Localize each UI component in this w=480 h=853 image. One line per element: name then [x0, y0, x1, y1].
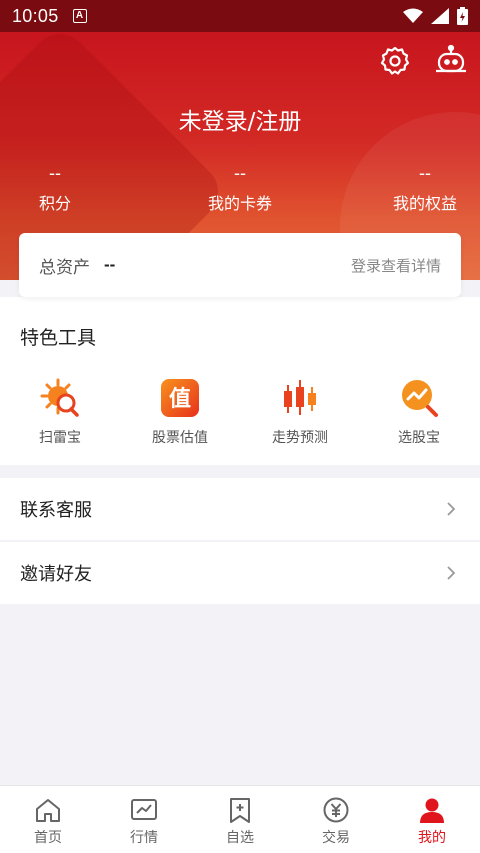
settings-icon[interactable]: [378, 44, 412, 78]
tab-label: 交易: [322, 830, 350, 846]
valuation-icon: 值: [159, 377, 201, 419]
stat-points-value: --: [49, 163, 61, 183]
login-register-link[interactable]: 未登录/注册: [0, 102, 480, 136]
tab-home[interactable]: 首页: [0, 786, 96, 853]
watchlist-icon: [230, 798, 250, 823]
trade-icon: [323, 797, 349, 823]
total-assets-label: 总资产: [39, 257, 90, 278]
stat-coupons-label: 我的卡券: [207, 194, 272, 213]
menu-item-invite-friends[interactable]: 邀请好友: [0, 542, 480, 604]
robot-icon[interactable]: [434, 44, 468, 78]
chevron-right-icon: [447, 502, 456, 516]
signal-icon: [431, 8, 449, 24]
featured-tools-section: 特色工具 扫雷宝 值 股票估值 走势预测 选股宝: [0, 297, 480, 465]
stat-points[interactable]: -- 积分: [15, 162, 95, 214]
tool-label: 选股宝: [398, 430, 440, 446]
chevron-right-icon: [447, 566, 456, 580]
notification-a-icon: A: [72, 9, 87, 23]
header-actions: [378, 44, 468, 78]
profile-icon: [420, 798, 444, 823]
stat-coupons[interactable]: -- 我的卡券: [190, 162, 290, 214]
section-title: 特色工具: [20, 327, 97, 349]
wifi-icon: [403, 8, 423, 23]
menu-item-label: 联系客服: [20, 500, 92, 521]
tab-profile[interactable]: 我的: [384, 786, 480, 853]
user-stats: -- 积分 -- 我的卡券 -- 我的权益: [0, 162, 480, 222]
tool-stock-picker[interactable]: 选股宝: [369, 377, 469, 447]
stat-benefits-label: 我的权益: [392, 194, 457, 213]
tab-label: 行情: [130, 830, 158, 846]
tab-label: 我的: [418, 830, 446, 846]
bottom-tab-bar: 首页 行情 自选 交易 我的: [0, 785, 480, 853]
tab-watchlist[interactable]: 自选: [192, 786, 288, 853]
login-view-details-link[interactable]: 登录查看详情: [351, 255, 441, 276]
tool-label: 走势预测: [272, 430, 328, 446]
tool-stock-valuation[interactable]: 值 股票估值: [130, 377, 230, 447]
tool-trend-forecast[interactable]: 走势预测: [250, 377, 350, 447]
stat-benefits-value: --: [419, 163, 431, 183]
tool-label: 股票估值: [152, 430, 208, 446]
tab-market[interactable]: 行情: [96, 786, 192, 853]
menu-item-label: 邀请好友: [20, 564, 92, 585]
stock-picker-icon: [398, 377, 440, 419]
candlestick-icon: [279, 377, 321, 419]
battery-icon: [457, 7, 468, 25]
home-icon: [36, 799, 60, 822]
tool-minesweeper[interactable]: 扫雷宝: [10, 377, 110, 447]
market-icon: [131, 799, 157, 820]
stat-benefits[interactable]: -- 我的权益: [375, 162, 475, 214]
tab-label: 首页: [34, 830, 62, 846]
tool-label: 扫雷宝: [39, 430, 81, 446]
tab-label: 自选: [226, 830, 254, 846]
total-assets-card[interactable]: 总资产 -- 登录查看详情: [19, 233, 461, 297]
stat-coupons-value: --: [234, 163, 246, 183]
tab-trade[interactable]: 交易: [288, 786, 384, 853]
status-time: 10:05: [12, 5, 59, 26]
total-assets-value: --: [104, 255, 116, 274]
valuation-icon-glyph: 值: [169, 386, 191, 412]
minesweeper-icon: [39, 377, 81, 419]
menu-item-customer-service[interactable]: 联系客服: [0, 478, 480, 540]
status-indicators: [403, 7, 468, 25]
stat-points-label: 积分: [38, 194, 71, 213]
status-bar: 10:05 A: [0, 0, 480, 32]
